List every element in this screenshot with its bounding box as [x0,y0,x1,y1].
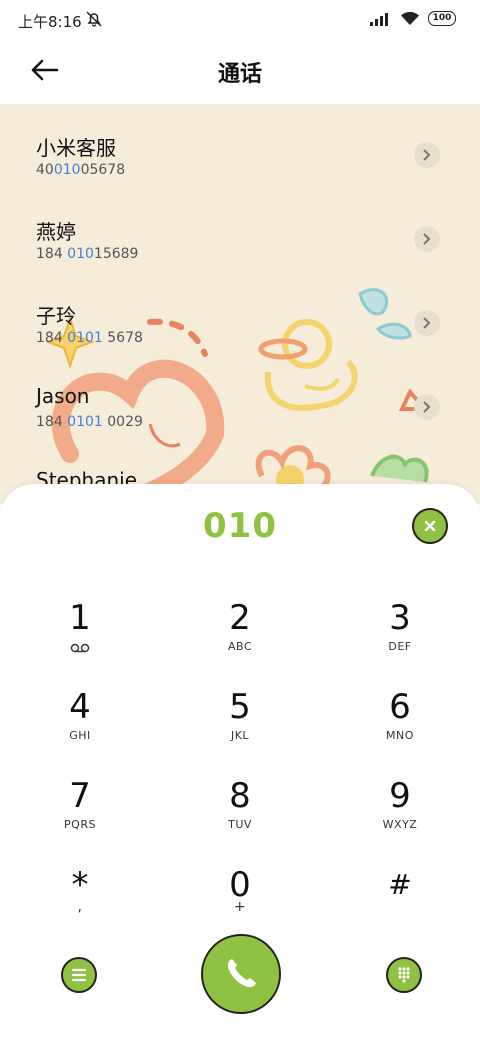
battery-icon: 100 [428,11,456,26]
menu-button[interactable] [61,957,97,993]
contact-name: 子玲 [36,304,76,328]
chevron-right-icon[interactable] [414,226,440,252]
key-3[interactable]: 3 DEF [340,592,460,672]
key-6[interactable]: 6 MNO [340,681,460,761]
chevron-right-icon[interactable] [414,394,440,420]
key-9[interactable]: 9 WXYZ [340,770,460,850]
key-1[interactable]: 1 [20,592,140,672]
key-hash[interactable]: # [340,859,460,939]
mute-bell-icon [86,11,102,27]
contact-item[interactable]: 子玲 184 0101 5678 [0,272,480,356]
key-8[interactable]: 8 TUV [180,770,300,850]
key-star[interactable]: * , [20,859,140,939]
close-icon [424,520,436,532]
page-title: 通话 [217,62,262,87]
signal-icon [370,12,388,26]
key-4[interactable]: 4 GHI [20,681,140,761]
contact-number: 184 0101 5678 [36,330,143,346]
contact-name: Jason [36,384,90,408]
clear-button[interactable] [412,508,448,544]
contact-number: 184 01015689 [36,246,139,262]
chevron-right-icon[interactable] [414,142,440,168]
key-7[interactable]: 7 PQRS [20,770,140,850]
dialpad-icon [398,967,410,983]
contact-number: 4001005678 [36,162,126,178]
voicemail-icon [70,643,90,653]
status-time: 上午8:16 [18,13,82,31]
contact-list: 小米客服 4001005678 燕婷 184 01015689 子玲 184 0… [0,104,480,504]
call-button[interactable] [201,934,281,1014]
status-bar: 上午8:16 100 [0,0,480,40]
chevron-right-icon[interactable] [414,310,440,336]
key-5[interactable]: 5 JKL [180,681,300,761]
contact-name: 燕婷 [36,220,76,244]
dialpad-toggle-button[interactable] [386,957,422,993]
key-0[interactable]: 0 + [180,859,300,939]
app-header: 通话 [0,40,480,104]
contact-name: 小米客服 [36,136,116,160]
menu-icon [71,968,87,982]
phone-icon [227,959,256,988]
dialed-number: 010 [203,506,277,546]
key-2[interactable]: 2 ABC [180,592,300,672]
dialpad-sheet: 010 1 2 ABC 3 DEF 4 GHI 5 JKL 6 MNO 7 PQ… [0,484,480,1040]
contact-number: 184 0101 0029 [36,414,143,430]
contact-item[interactable]: 小米客服 4001005678 [0,104,480,188]
contact-item[interactable]: Jason 184 0101 0029 [0,356,480,440]
wifi-icon [401,11,419,25]
contact-item[interactable]: 燕婷 184 01015689 [0,188,480,272]
